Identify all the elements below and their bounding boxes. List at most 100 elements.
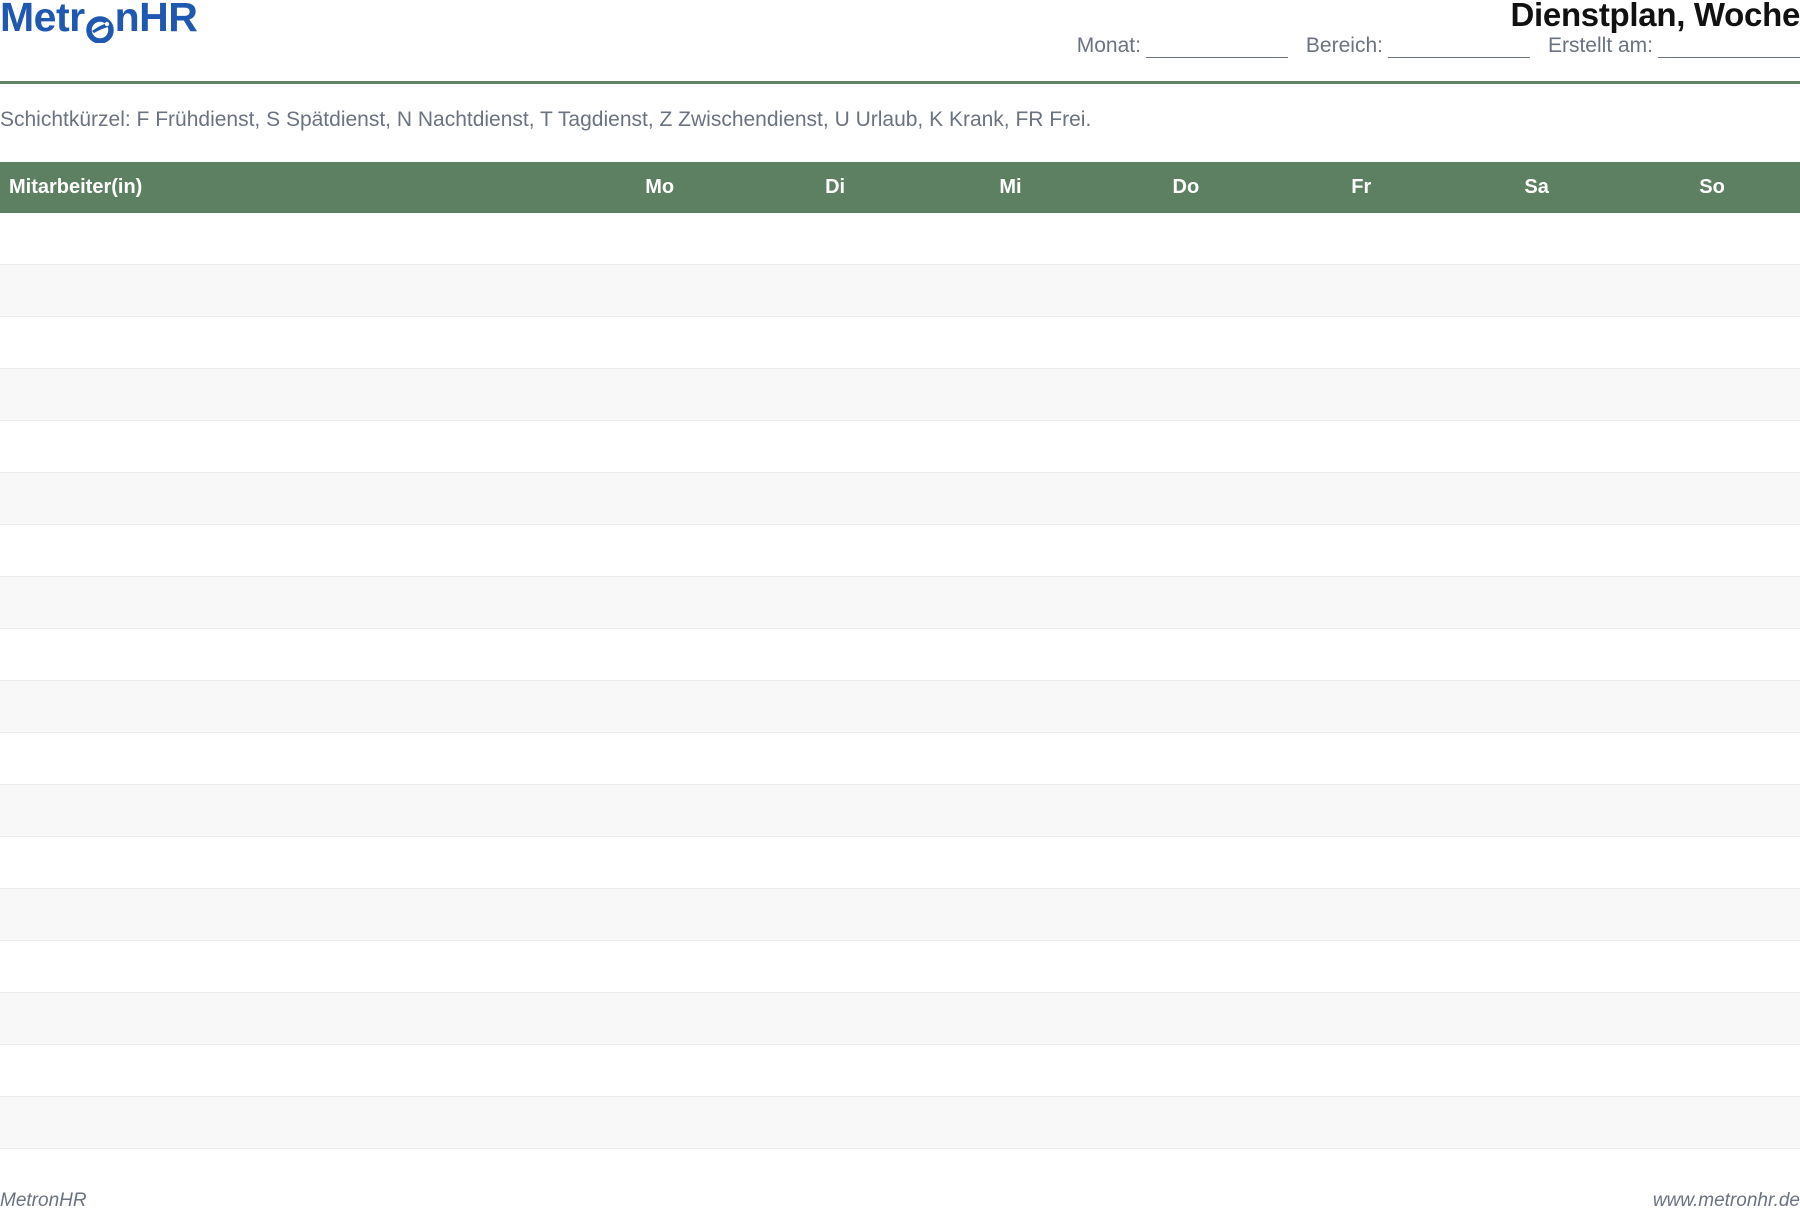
month-blank-line[interactable]	[1146, 39, 1288, 58]
shift-cell-mo[interactable]	[572, 681, 747, 732]
employee-cell[interactable]	[0, 213, 572, 264]
shift-cell-fr[interactable]	[1274, 1097, 1449, 1148]
shift-cell-sa[interactable]	[1449, 317, 1624, 368]
shift-cell-mi[interactable]	[923, 993, 1098, 1044]
shift-cell-mo[interactable]	[572, 889, 747, 940]
shift-cell-do[interactable]	[1098, 473, 1273, 524]
employee-cell[interactable]	[0, 421, 572, 472]
employee-cell[interactable]	[0, 681, 572, 732]
employee-cell[interactable]	[0, 473, 572, 524]
shift-cell-sa[interactable]	[1449, 421, 1624, 472]
shift-cell-do[interactable]	[1098, 837, 1273, 888]
shift-cell-sa[interactable]	[1449, 265, 1624, 316]
shift-cell-sa[interactable]	[1449, 837, 1624, 888]
shift-cell-di[interactable]	[747, 317, 922, 368]
shift-cell-mi[interactable]	[923, 629, 1098, 680]
shift-cell-mo[interactable]	[572, 473, 747, 524]
shift-cell-mi[interactable]	[923, 837, 1098, 888]
shift-cell-di[interactable]	[747, 993, 922, 1044]
shift-cell-di[interactable]	[747, 629, 922, 680]
shift-cell-sa[interactable]	[1449, 889, 1624, 940]
employee-cell[interactable]	[0, 837, 572, 888]
shift-cell-mi[interactable]	[923, 681, 1098, 732]
shift-cell-mo[interactable]	[572, 941, 747, 992]
shift-cell-do[interactable]	[1098, 629, 1273, 680]
shift-cell-fr[interactable]	[1274, 681, 1449, 732]
shift-cell-fr[interactable]	[1274, 1045, 1449, 1096]
shift-cell-do[interactable]	[1098, 941, 1273, 992]
employee-cell[interactable]	[0, 941, 572, 992]
shift-cell-mo[interactable]	[572, 421, 747, 472]
shift-cell-di[interactable]	[747, 733, 922, 784]
shift-cell-so[interactable]	[1624, 733, 1799, 784]
employee-cell[interactable]	[0, 1045, 572, 1096]
employee-cell[interactable]	[0, 1097, 572, 1148]
shift-cell-do[interactable]	[1098, 733, 1273, 784]
shift-cell-do[interactable]	[1098, 681, 1273, 732]
shift-cell-mi[interactable]	[923, 369, 1098, 420]
employee-cell[interactable]	[0, 265, 572, 316]
employee-cell[interactable]	[0, 785, 572, 836]
area-blank-line[interactable]	[1388, 39, 1530, 58]
shift-cell-so[interactable]	[1624, 993, 1799, 1044]
shift-cell-so[interactable]	[1624, 681, 1799, 732]
shift-cell-mi[interactable]	[923, 265, 1098, 316]
shift-cell-so[interactable]	[1624, 837, 1799, 888]
shift-cell-do[interactable]	[1098, 525, 1273, 576]
employee-cell[interactable]	[0, 993, 572, 1044]
shift-cell-fr[interactable]	[1274, 837, 1449, 888]
shift-cell-di[interactable]	[747, 681, 922, 732]
shift-cell-mi[interactable]	[923, 889, 1098, 940]
shift-cell-mo[interactable]	[572, 577, 747, 628]
shift-cell-sa[interactable]	[1449, 941, 1624, 992]
shift-cell-so[interactable]	[1624, 889, 1799, 940]
employee-cell[interactable]	[0, 369, 572, 420]
shift-cell-so[interactable]	[1624, 525, 1799, 576]
shift-cell-so[interactable]	[1624, 317, 1799, 368]
shift-cell-fr[interactable]	[1274, 785, 1449, 836]
shift-cell-so[interactable]	[1624, 1097, 1799, 1148]
shift-cell-sa[interactable]	[1449, 473, 1624, 524]
shift-cell-so[interactable]	[1624, 1045, 1799, 1096]
shift-cell-sa[interactable]	[1449, 525, 1624, 576]
shift-cell-mo[interactable]	[572, 837, 747, 888]
shift-cell-mi[interactable]	[923, 473, 1098, 524]
shift-cell-di[interactable]	[747, 941, 922, 992]
shift-cell-sa[interactable]	[1449, 213, 1624, 264]
shift-cell-fr[interactable]	[1274, 577, 1449, 628]
shift-cell-mi[interactable]	[923, 941, 1098, 992]
shift-cell-fr[interactable]	[1274, 369, 1449, 420]
shift-cell-mo[interactable]	[572, 265, 747, 316]
shift-cell-do[interactable]	[1098, 317, 1273, 368]
shift-cell-so[interactable]	[1624, 629, 1799, 680]
shift-cell-di[interactable]	[747, 785, 922, 836]
shift-cell-sa[interactable]	[1449, 785, 1624, 836]
shift-cell-do[interactable]	[1098, 785, 1273, 836]
month-field[interactable]: Monat:	[1077, 34, 1288, 58]
employee-cell[interactable]	[0, 629, 572, 680]
shift-cell-fr[interactable]	[1274, 525, 1449, 576]
shift-cell-so[interactable]	[1624, 941, 1799, 992]
shift-cell-fr[interactable]	[1274, 421, 1449, 472]
shift-cell-fr[interactable]	[1274, 629, 1449, 680]
shift-cell-mi[interactable]	[923, 577, 1098, 628]
area-field[interactable]: Bereich:	[1306, 34, 1530, 58]
shift-cell-do[interactable]	[1098, 213, 1273, 264]
shift-cell-di[interactable]	[747, 213, 922, 264]
shift-cell-sa[interactable]	[1449, 577, 1624, 628]
shift-cell-mo[interactable]	[572, 629, 747, 680]
shift-cell-mi[interactable]	[923, 525, 1098, 576]
shift-cell-mi[interactable]	[923, 317, 1098, 368]
shift-cell-do[interactable]	[1098, 889, 1273, 940]
shift-cell-so[interactable]	[1624, 265, 1799, 316]
shift-cell-di[interactable]	[747, 369, 922, 420]
shift-cell-mo[interactable]	[572, 1097, 747, 1148]
shift-cell-mi[interactable]	[923, 421, 1098, 472]
shift-cell-so[interactable]	[1624, 785, 1799, 836]
shift-cell-di[interactable]	[747, 473, 922, 524]
shift-cell-di[interactable]	[747, 265, 922, 316]
shift-cell-fr[interactable]	[1274, 317, 1449, 368]
shift-cell-sa[interactable]	[1449, 681, 1624, 732]
shift-cell-mo[interactable]	[572, 993, 747, 1044]
shift-cell-so[interactable]	[1624, 369, 1799, 420]
